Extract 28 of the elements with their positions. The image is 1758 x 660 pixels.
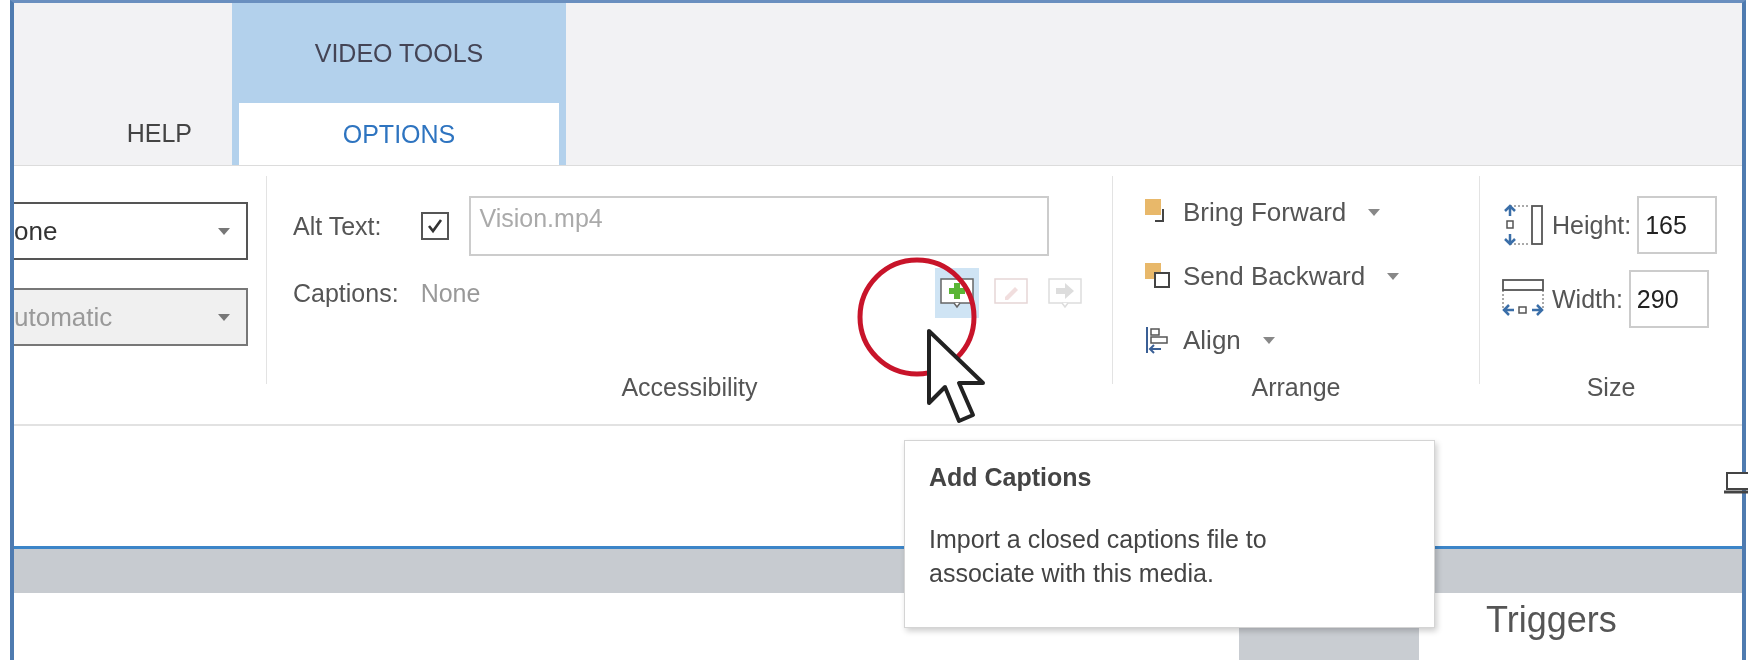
caret-icon <box>218 227 230 235</box>
caret-icon <box>1387 272 1400 280</box>
size-field[interactable]: 290 <box>1628 270 1709 328</box>
alt-text-label: Alt Text: <box>293 211 382 241</box>
tooltip-text: Import a closed captions file to associate with this media. <box>929 524 1268 589</box>
contextual-group-label: VIDEO TOOLS <box>313 37 485 69</box>
panel-title: Triggers <box>1486 599 1617 641</box>
tooltip-title: Add Captions <box>929 463 1093 492</box>
group-label: Size <box>1585 373 1637 402</box>
caret-icon <box>1368 208 1381 216</box>
group-label: Arrange <box>1250 373 1342 402</box>
checkbox[interactable] <box>421 212 450 240</box>
arrange-button[interactable]: Send Backward <box>1143 254 1400 298</box>
caret-icon <box>218 313 230 321</box>
size-label: Height: <box>1552 210 1632 240</box>
captions-label: Captions: <box>293 278 399 308</box>
dropdown[interactable]: one <box>14 202 248 260</box>
captions-value: None <box>420 278 481 308</box>
arrange-button[interactable]: Align <box>1143 318 1400 362</box>
caret-icon <box>1262 336 1275 344</box>
group-label: Accessibility <box>620 373 759 402</box>
layered-squares-icon <box>1143 261 1173 291</box>
laptop-icon[interactable] <box>1724 470 1748 496</box>
ribbon-tab[interactable]: HELP <box>96 102 232 165</box>
size-field[interactable]: 165 <box>1637 196 1718 254</box>
arrange-button[interactable]: Bring Forward <box>1143 190 1400 234</box>
ribbon-tab[interactable]: OPTIONS <box>239 103 559 165</box>
size-label: Width: <box>1552 284 1623 314</box>
